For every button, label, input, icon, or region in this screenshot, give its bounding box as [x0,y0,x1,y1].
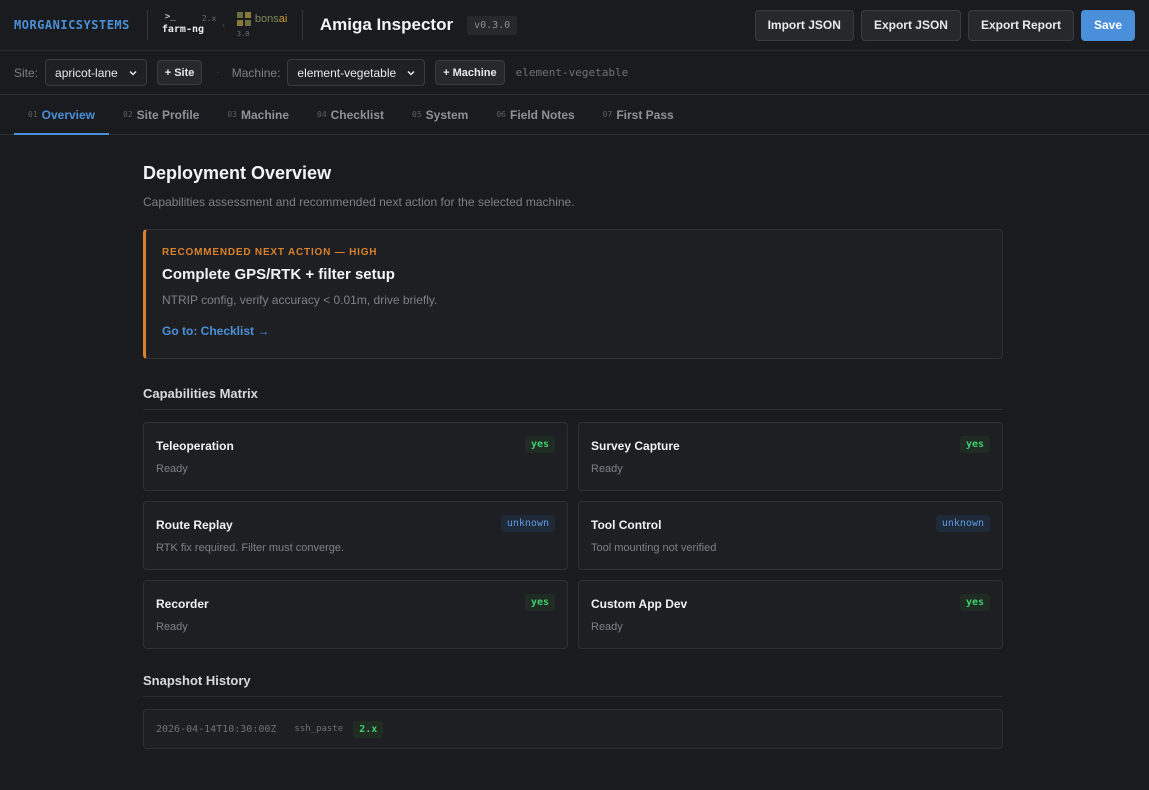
recommendation-title: Complete GPS/RTK + filter setup [162,266,395,283]
capability-card-recorder: Recorder Ready yes [143,580,568,649]
snapshot-version-badge: 2.x [353,720,384,738]
tab-overview[interactable]: 01 Overview [14,95,110,135]
status-badge: unknown [935,515,990,532]
capability-name: Teleoperation [156,439,234,453]
tab-field-notes[interactable]: 06 Field Notes [482,95,588,134]
page-subtitle: Capabilities assessment and recommended … [143,195,575,209]
header-actions: Import JSON Export JSON Export Report Sa… [754,9,1135,41]
site-select[interactable]: apricot-lane [45,59,147,86]
snapshot-source: ssh_paste [294,724,344,734]
capability-name: Custom App Dev [591,597,688,611]
export-json-button[interactable]: Export JSON [860,9,961,41]
tab-checklist[interactable]: 04 Checklist [303,95,398,134]
chevron-down-icon [407,70,415,76]
capability-card-custom-app-dev: Custom App Dev Ready yes [578,580,1003,649]
capability-name: Tool Control [591,518,662,532]
capability-name: Route Replay [156,518,233,532]
farm-ng-name: farm-ng [161,24,205,35]
capability-note: Ready [591,621,623,633]
top-bar: MORGANICSYSTEMS >_ 2.x farm-ng › bonsai … [0,0,1149,51]
overview-panel: Deployment Overview Capabilities assessm… [143,135,1003,749]
capabilities-grid: Teleoperation Ready yes Survey Capture R… [143,422,1003,649]
save-button[interactable]: Save [1080,9,1135,41]
status-badge: yes [959,594,990,611]
machine-select[interactable]: element-vegetable [287,59,426,86]
tab-machine[interactable]: 03 Machine [213,95,303,134]
bonsai-logo: bonsai 3.0 [236,10,299,40]
tab-system[interactable]: 05 System [398,95,482,134]
status-badge: unknown [500,515,555,532]
capability-name: Survey Capture [591,439,680,453]
machine-id: element-vegetable [515,66,629,79]
page-title: Deployment Overview [143,163,332,183]
divider [301,10,303,40]
recommendation-description: NTRIP config, verify accuracy < 0.01m, d… [162,293,438,307]
site-machine-bar: Site: apricot-lane + Site · Machine: ele… [0,51,1149,95]
capability-note: Ready [156,463,188,475]
status-badge: yes [959,436,990,453]
terminal-prompt-icon: >_ [164,12,176,22]
capability-note: RTK fix required. Filter must converge. [156,542,345,554]
chevron-down-icon [129,70,137,76]
recommendation-priority: RECOMMENDED NEXT ACTION — HIGH [162,247,378,258]
capabilities-heading: Capabilities Matrix [143,386,1003,410]
capability-card-survey-capture: Survey Capture Ready yes [578,422,1003,491]
machine-label: Machine: [231,65,281,80]
snapshot-timestamp: 2026-04-14T10:30:00Z [156,723,277,735]
import-json-button[interactable]: Import JSON [754,9,854,41]
tab-first-pass[interactable]: 07 First Pass [589,95,688,134]
recommendation-card: RECOMMENDED NEXT ACTION — HIGH Complete … [143,229,1003,359]
capability-note: Tool mounting not verified [591,542,717,554]
export-report-button[interactable]: Export Report [967,9,1074,41]
farm-ng-version: 2.x [201,14,217,23]
site-label: Site: [14,65,39,80]
capability-note: Ready [156,621,188,633]
status-badge: yes [524,594,555,611]
version-badge: v0.3.0 [467,15,518,35]
bonsai-wordmark: bonsai [254,13,288,25]
capability-name: Recorder [156,597,209,611]
separator-dot: · [216,67,220,78]
tab-bar: 01 Overview 02 Site Profile 03 Machine 04 Ch… [0,95,1149,135]
chevron-right-icon: › [221,20,225,30]
farm-ng-logo: >_ 2.x farm-ng [162,11,218,39]
snapshot-row[interactable]: 2026-04-14T10:30:00Z ssh_paste 2.x [143,709,1003,749]
tab-site-profile[interactable]: 02 Site Profile [109,95,213,134]
divider [146,10,148,40]
capability-card-route-replay: Route Replay RTK fix required. Filter mu… [143,501,568,570]
machine-select-value: element-vegetable [297,65,397,80]
bonsai-mark-icon [236,12,252,27]
bonsai-version: 3.0 [236,30,250,38]
brand-logo: MORGANICSYSTEMS [14,18,130,32]
site-select-value: apricot-lane [55,65,118,80]
add-site-button[interactable]: + Site [156,60,203,85]
app-title: Amiga Inspector [319,15,454,34]
go-to-checklist-link[interactable]: Go to: Checklist → [162,324,269,338]
snapshot-history-heading: Snapshot History [143,673,1003,697]
status-badge: yes [524,436,555,453]
capability-card-teleoperation: Teleoperation Ready yes [143,422,568,491]
add-machine-button[interactable]: + Machine [435,60,505,85]
capability-card-tool-control: Tool Control Tool mounting not verified … [578,501,1003,570]
capability-note: Ready [591,463,623,475]
